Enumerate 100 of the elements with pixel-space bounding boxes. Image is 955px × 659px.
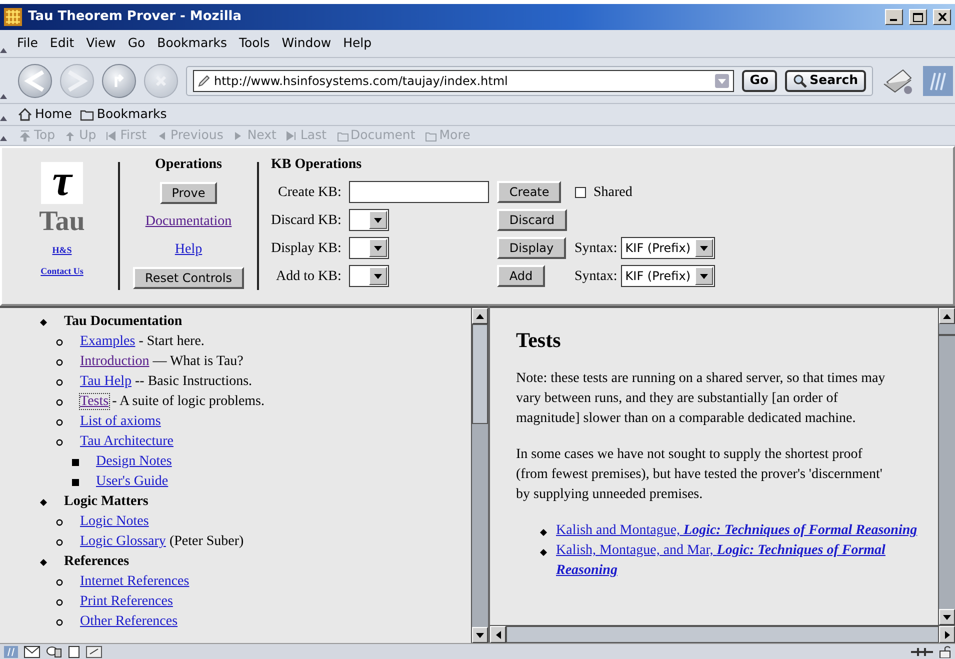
scrollbar-thumb[interactable] [472, 324, 488, 424]
section-heading: References [64, 554, 130, 569]
link-note: - A suite of logic problems. [112, 394, 265, 409]
link-note: -- Basic Instructions. [135, 374, 252, 389]
scroll-up-button[interactable] [939, 308, 955, 324]
nav-link[interactable]: Examples [80, 334, 136, 349]
scroll-down-button[interactable] [939, 609, 955, 625]
nav-link[interactable]: Other References [80, 614, 178, 629]
nav-link[interactable]: Tau Help [80, 374, 132, 389]
arrow-icon [700, 246, 708, 250]
section-title: Operations [155, 156, 222, 174]
menu-item[interactable]: File [12, 34, 43, 53]
link-note: — What is Tau? [152, 354, 244, 369]
kb-dropdown[interactable] [349, 265, 390, 287]
nav-link[interactable]: Tau Architecture [80, 434, 174, 449]
nav-link[interactable]: User's Guide [96, 474, 168, 489]
scroll-down-button[interactable] [472, 627, 488, 643]
menu-item[interactable]: Edit [44, 34, 80, 53]
arrow-icon [476, 632, 484, 638]
composer-icon[interactable] [86, 646, 102, 658]
scroll-left-button[interactable] [490, 626, 506, 643]
minimize-button[interactable] [885, 9, 903, 25]
menu-item[interactable]: Window [276, 34, 336, 53]
reference-link[interactable]: Kalish and Montague, Logic: Techniques of Formal Reasoning [556, 521, 918, 542]
circle-bullet-icon [56, 599, 63, 606]
close-button[interactable] [933, 9, 951, 25]
window-title: Tau Theorem Prover - Mozilla [28, 8, 243, 26]
scroll-up-button[interactable] [472, 308, 488, 324]
bookmarks-button[interactable]: Bookmarks [80, 105, 167, 124]
address-field[interactable]: http://www.hsinfosystems.com/taujay/index.html [193, 70, 734, 92]
form-button[interactable]: Prove [160, 182, 218, 204]
section-heading: Logic Matters [64, 494, 148, 509]
menu-item[interactable]: View [81, 34, 121, 53]
page-link[interactable]: Help [174, 239, 202, 260]
nav-link[interactable]: Tests [80, 394, 109, 409]
grippy-icon[interactable] [0, 48, 7, 53]
syntax-dropdown[interactable]: KIF (Prefix) [621, 265, 715, 287]
circle-bullet-icon [56, 359, 63, 366]
scrollbar-thumb[interactable] [506, 626, 939, 643]
bullet-icon [540, 548, 547, 556]
arrow-icon [374, 274, 382, 278]
grippy-icon[interactable] [0, 116, 7, 121]
page-heading: Tests [516, 328, 562, 354]
nav-link[interactable]: Print References [80, 594, 173, 609]
bullet-icon [40, 319, 47, 326]
search-button[interactable]: Search [784, 70, 866, 92]
site-link[interactable]: Contact Us [40, 264, 84, 278]
reload-button[interactable] [102, 64, 136, 98]
circle-bullet-icon [56, 339, 63, 346]
checkbox[interactable] [574, 186, 586, 198]
field-label: Create KB: [277, 184, 342, 202]
scrollbar-thumb[interactable] [939, 334, 955, 336]
arrow-icon [286, 130, 298, 142]
app-icon [4, 8, 22, 26]
arrow-icon [944, 630, 950, 638]
site-link[interactable]: H&S [52, 244, 72, 258]
arrow-icon [374, 218, 382, 222]
logo-symbol: τ [41, 162, 83, 204]
scroll-right-button[interactable] [939, 626, 955, 643]
folder-icon [336, 130, 348, 142]
form-button[interactable]: Display [497, 237, 566, 259]
form-button[interactable]: Create [497, 181, 562, 203]
grippy-icon[interactable] [0, 94, 7, 99]
page-link[interactable]: Documentation [145, 211, 232, 232]
arrow-icon [476, 314, 484, 318]
kb-name-field[interactable] [349, 181, 490, 203]
reference-link[interactable]: Kalish, Montague, and Mar, Logic: Techniques of Formal Reasoning [556, 541, 918, 582]
grippy-icon[interactable] [0, 136, 7, 141]
kb-dropdown[interactable] [349, 209, 390, 231]
bullet-icon [540, 528, 547, 536]
notebook-icon[interactable] [68, 646, 80, 658]
navigator-icon[interactable] [4, 646, 18, 658]
chat-icon[interactable] [46, 646, 62, 658]
home-button[interactable]: Home [18, 105, 72, 124]
form-button[interactable]: Discard [497, 209, 567, 231]
go-button[interactable]: Go [742, 70, 777, 92]
nav-link[interactable]: Design Notes [96, 454, 172, 469]
menu-item[interactable]: Bookmarks [152, 34, 232, 53]
nav-link[interactable]: Logic Glossary [80, 534, 166, 549]
syntax-dropdown[interactable]: KIF (Prefix) [621, 237, 715, 259]
menu-item[interactable]: Tools [234, 34, 275, 53]
nav-link[interactable]: Internet References [80, 574, 190, 589]
nav-link[interactable]: List of axioms [80, 414, 161, 429]
kb-dropdown[interactable] [349, 237, 390, 259]
search-icon [792, 74, 807, 88]
form-button[interactable]: Add [497, 265, 545, 287]
back-button[interactable] [18, 64, 52, 98]
mail-icon[interactable] [24, 646, 40, 658]
home-icon [18, 108, 32, 121]
menu-item[interactable]: Go [122, 34, 150, 53]
site-name: Tau [39, 207, 85, 237]
nav-link[interactable]: Introduction [80, 354, 150, 369]
lock-icon [939, 646, 951, 658]
maximize-button[interactable] [909, 9, 927, 25]
nav-link[interactable]: Logic Notes [80, 514, 149, 529]
arrow-icon [106, 130, 118, 142]
field-label: Add to KB: [275, 268, 342, 286]
menu-item[interactable]: Help [338, 34, 377, 53]
form-button[interactable]: Reset Controls [133, 267, 244, 289]
circle-bullet-icon [56, 419, 63, 426]
